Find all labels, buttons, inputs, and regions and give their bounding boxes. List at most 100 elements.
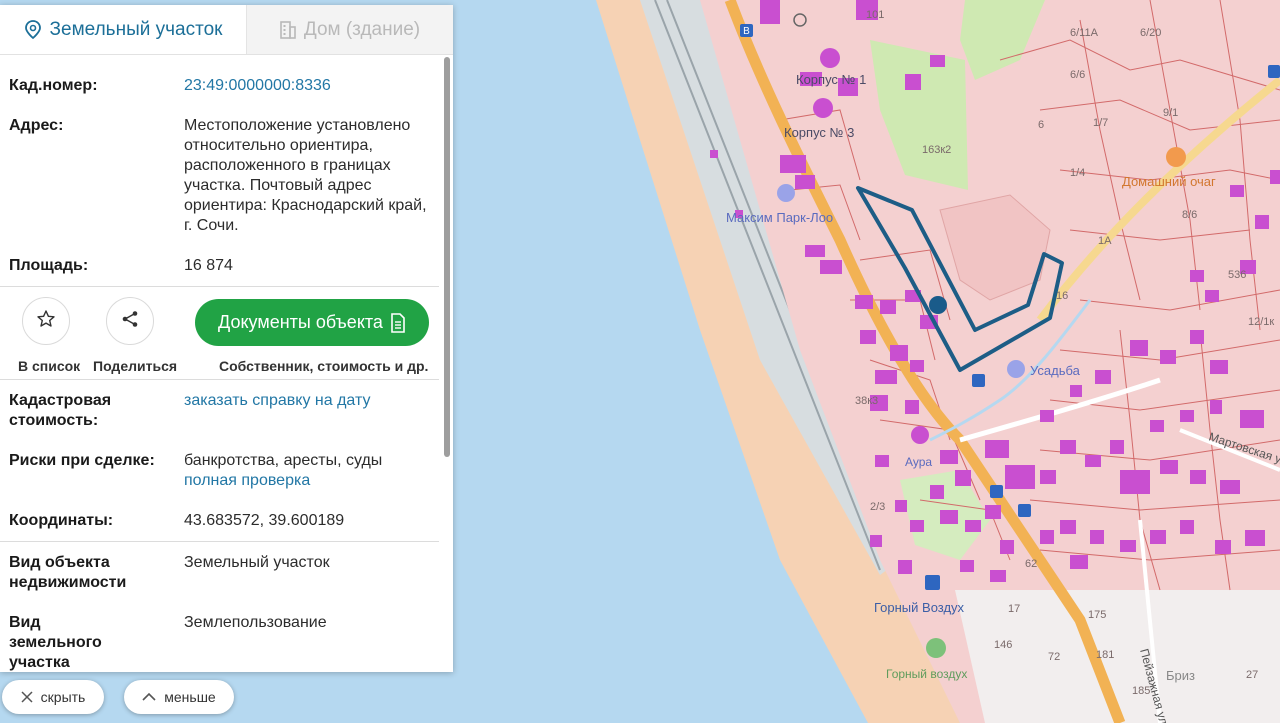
- object-type-value: Земельный участок: [184, 554, 330, 571]
- map-label-gorny: Горный Воздух: [874, 600, 965, 615]
- object-documents-subtitle: Собственник, стоимость и др.: [219, 358, 429, 374]
- map-pin-icon: [24, 19, 42, 40]
- hide-panel-button[interactable]: скрыть: [2, 680, 104, 714]
- info-panel: Земельный участок Дом (здание) Кад.номер…: [0, 5, 453, 672]
- hotel-icon: [1007, 360, 1025, 378]
- land-type-row: Вид земельного участка Землепользование: [9, 613, 439, 672]
- panel-tabs: Земельный участок Дом (здание): [0, 5, 453, 55]
- show-less-button[interactable]: меньше: [124, 680, 234, 714]
- cad-number-value[interactable]: 23:49:0000000:8336: [184, 76, 434, 96]
- map-label-num: 12/1к: [1248, 316, 1274, 328]
- map-label-num: 9/1: [1163, 107, 1178, 119]
- map-label-num: 163к2: [922, 144, 951, 156]
- tab-land-plot[interactable]: Земельный участок: [0, 5, 246, 54]
- map-label-num: 8/6: [1182, 209, 1197, 221]
- tab-building-label: Дом (здание): [303, 18, 421, 40]
- map-label-domashny: Домашний очаг: [1122, 174, 1216, 189]
- map-label-num: 16: [1056, 290, 1068, 302]
- land-type-value: Землепользование: [184, 614, 327, 631]
- add-to-list-label: В список: [18, 358, 81, 374]
- bus-stop-icon: [925, 575, 940, 590]
- risks-value-group: банкротства, аресты, суды полная проверк…: [184, 451, 434, 491]
- map-label-usadba: Усадьба: [1030, 363, 1081, 378]
- map-label-num: 17: [1008, 603, 1020, 615]
- svg-text:B: B: [743, 26, 750, 37]
- coordinates-label: Координаты:: [9, 512, 114, 529]
- object-type-row: Вид объекта недвижимости Земельный участ…: [9, 553, 439, 593]
- map-label-num: 185: [1132, 685, 1150, 697]
- bus-stop-icon: B: [740, 24, 753, 37]
- divider: [0, 379, 439, 380]
- chevron-up-icon: [142, 692, 156, 702]
- coordinates-value: 43.683572, 39.600189: [184, 512, 345, 529]
- map-label-num: 101: [866, 9, 884, 21]
- map-label-num: 146: [994, 639, 1012, 651]
- address-label: Адрес:: [9, 117, 64, 134]
- map-label-korpus1: Корпус № 1: [796, 72, 866, 87]
- map-label-num: 2/3: [870, 501, 885, 513]
- map-label-num: 1/7: [1093, 117, 1108, 129]
- risks-label: Риски при сделке:: [9, 452, 155, 469]
- close-icon: [21, 691, 33, 703]
- map-label-num: 6: [1038, 119, 1044, 131]
- hotel-icon: [1166, 147, 1186, 167]
- tab-building[interactable]: Дом (здание): [246, 5, 453, 54]
- map-label-num: 1/4: [1070, 167, 1085, 179]
- park-icon: [926, 638, 946, 658]
- panel-scrollbar[interactable]: [444, 57, 450, 457]
- share-label: Поделиться: [93, 358, 178, 374]
- map-label-aura: Аура: [905, 455, 932, 469]
- building-icon: [280, 20, 296, 39]
- map-label-briz: Бриз: [1166, 668, 1195, 683]
- show-less-label: меньше: [164, 689, 216, 705]
- bus-stop-icon: [1268, 65, 1280, 78]
- object-type-label: Вид объекта недвижимости: [9, 554, 127, 591]
- map-label-maxim: Максим Парк-Лоо: [726, 210, 833, 225]
- selected-parcel-marker[interactable]: [929, 296, 947, 314]
- cadastral-cost-row: Кадастровая стоимость: заказать справку …: [9, 391, 439, 431]
- hide-panel-label: скрыть: [40, 689, 86, 705]
- risks-value: банкротства, аресты, суды: [184, 452, 383, 469]
- object-documents-label: Документы объекта: [218, 312, 383, 332]
- share-button[interactable]: [106, 297, 154, 345]
- map-label-num: 6/11А: [1070, 27, 1099, 39]
- bus-stop-icon: [1018, 504, 1031, 517]
- map-label-num: 175: [1088, 609, 1106, 621]
- add-to-list-button[interactable]: [22, 297, 70, 345]
- coordinates-row: Координаты: 43.683572, 39.600189: [9, 511, 439, 531]
- object-documents-button[interactable]: Документы объекта: [195, 299, 429, 346]
- map-label-num: 27: [1246, 669, 1258, 681]
- land-type-label: Вид земельного участка: [9, 614, 102, 671]
- address-row: Адрес: Местоположение установлено относи…: [9, 116, 439, 236]
- cad-number-label: Кад.номер:: [9, 77, 98, 94]
- area-row: Площадь: 16 874: [9, 256, 439, 276]
- map-label-num: 62: [1025, 558, 1037, 570]
- divider: [0, 286, 439, 287]
- hotel-icon: [777, 184, 795, 202]
- area-value: 16 874: [184, 257, 233, 274]
- cadastral-cost-label: Кадастровая стоимость:: [9, 392, 112, 429]
- map-label-num: 72: [1048, 651, 1060, 663]
- map-label-num: 6/6: [1070, 69, 1085, 81]
- map-label-korpus3: Корпус № 3: [784, 125, 854, 140]
- address-value: Местоположение установлено относительно …: [184, 117, 427, 234]
- tab-land-label: Земельный участок: [49, 18, 223, 40]
- area-label: Площадь:: [9, 257, 89, 274]
- action-bar: В список Поделиться Документы объекта Со…: [0, 297, 439, 389]
- order-certificate-link[interactable]: заказать справку на дату: [184, 391, 434, 431]
- share-icon: [120, 309, 140, 334]
- full-check-link[interactable]: полная проверка: [184, 471, 434, 491]
- bus-stop-icon: [972, 374, 985, 387]
- bus-stop-icon: [990, 485, 1003, 498]
- cad-number-row: Кад.номер: 23:49:0000000:8336: [9, 76, 439, 96]
- star-icon: [36, 309, 56, 334]
- divider: [0, 541, 439, 542]
- map-label-num: 38к3: [855, 395, 878, 407]
- panel-content[interactable]: Кад.номер: 23:49:0000000:8336 Адрес: Мес…: [0, 56, 439, 672]
- map-label-num: 536: [1228, 269, 1246, 281]
- map-label-num: 6/20: [1140, 27, 1161, 39]
- map-label-num: 1А: [1098, 235, 1112, 247]
- map-label-gorny2: Горный воздух: [886, 667, 967, 681]
- map-label-num: 181: [1096, 649, 1114, 661]
- risks-row: Риски при сделке: банкротства, аресты, с…: [9, 451, 439, 491]
